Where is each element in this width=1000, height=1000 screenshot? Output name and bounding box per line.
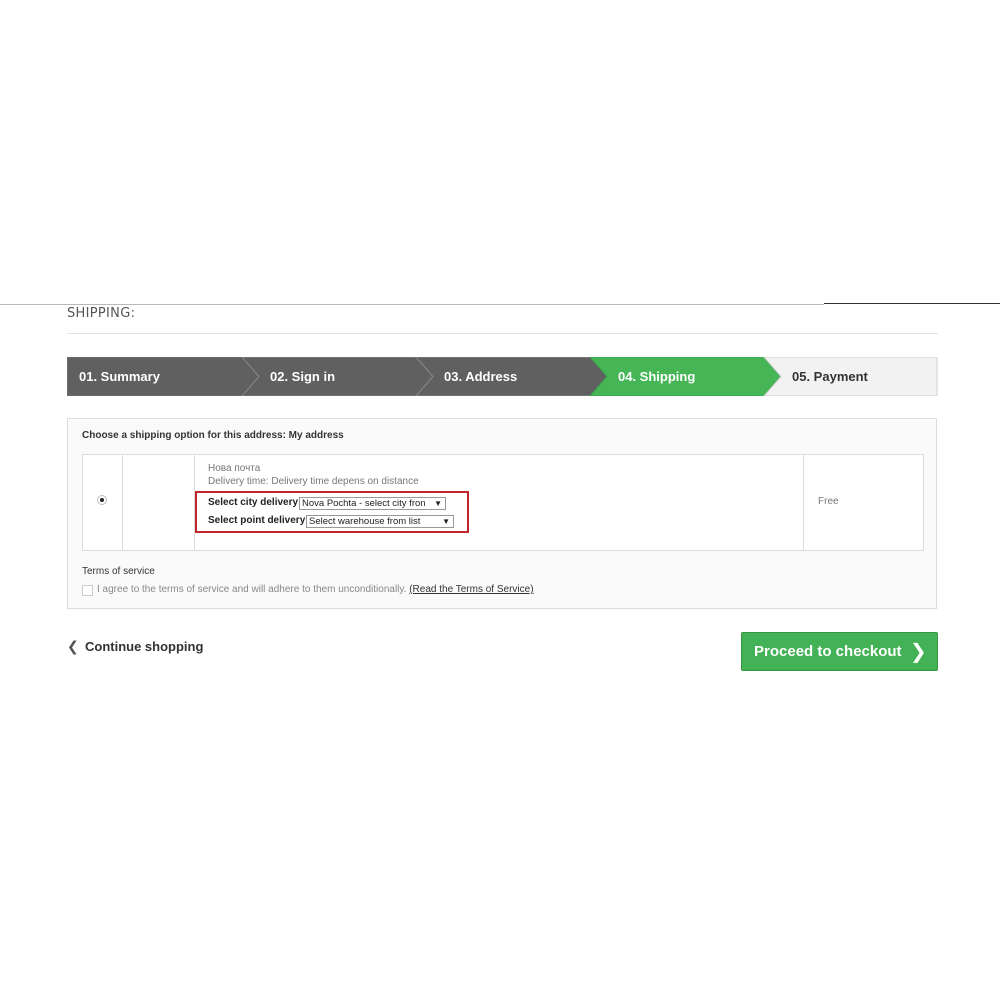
point-delivery-select[interactable]: Select warehouse from list ▼ [306, 515, 454, 528]
order-steps: 01. Summary 02. Sign in 03. Address 04. … [67, 357, 938, 396]
delivery-time: Delivery time: Delivery time depens on d… [208, 476, 419, 487]
step-payment: 05. Payment [792, 369, 868, 384]
city-delivery-value: Nova Pochta - select city fron [302, 498, 426, 509]
point-delivery-value: Select warehouse from list [309, 516, 421, 527]
terms-title: Terms of service [82, 566, 155, 577]
city-delivery-select[interactable]: Nova Pochta - select city fron ▼ [299, 497, 446, 510]
terms-link[interactable]: (Read the Terms of Service) [409, 584, 533, 595]
continue-shopping-link[interactable]: ❮ Continue shopping [67, 638, 203, 656]
column-divider [803, 455, 804, 550]
shipping-options-panel: Choose a shipping option for this addres… [67, 418, 937, 609]
step-sign-in[interactable]: 02. Sign in [270, 357, 335, 396]
page-title: SHIPPING: [67, 306, 136, 321]
step-address[interactable]: 03. Address [444, 357, 517, 396]
city-delivery-row: Select city delivery: Nova Pochta - sele… [208, 497, 446, 510]
carrier-name: Нова почта [208, 463, 261, 474]
column-divider [122, 455, 123, 550]
point-delivery-row: Select point delivery: Select warehouse … [208, 515, 454, 528]
point-delivery-label: Select point delivery: [208, 515, 309, 526]
continue-shopping-label: Continue shopping [85, 639, 204, 654]
step-shipping: 04. Shipping [618, 369, 696, 384]
carrier-radio[interactable] [97, 495, 107, 505]
chevron-left-icon: ❮ [67, 638, 79, 654]
top-divider [0, 304, 824, 305]
dropdown-arrow-icon: ▼ [442, 517, 450, 526]
shipping-price: Free [818, 496, 839, 507]
top-divider-dark [824, 303, 1000, 304]
chevron-right-icon: ❯ [910, 641, 927, 663]
city-delivery-label: Select city delivery: [208, 497, 302, 508]
terms-agree-label: I agree to the terms of service and will… [97, 584, 407, 595]
checkout-label: Proceed to checkout [754, 643, 902, 660]
terms-agree-text: I agree to the terms of service and will… [97, 584, 534, 595]
proceed-to-checkout-button[interactable]: Proceed to checkout ❯ [741, 632, 938, 671]
step-summary[interactable]: 01. Summary [79, 357, 160, 396]
heading-divider [67, 333, 938, 334]
terms-checkbox[interactable] [82, 585, 93, 596]
dropdown-arrow-icon: ▼ [434, 499, 442, 508]
carrier-row: Нова почта Delivery time: Delivery time … [82, 454, 924, 551]
shipping-option-heading: Choose a shipping option for this addres… [82, 430, 344, 441]
